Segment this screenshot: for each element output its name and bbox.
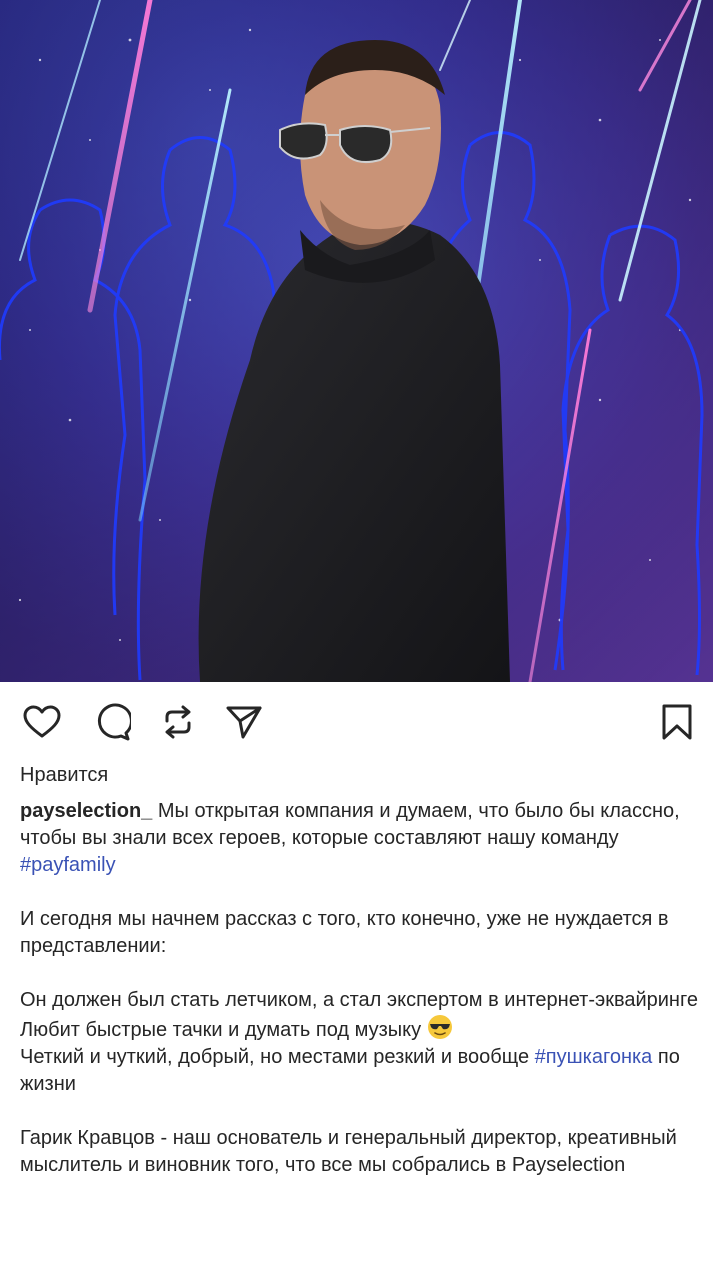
- post-action-bar: [0, 700, 713, 746]
- comment-icon: [97, 703, 131, 741]
- send-icon: [226, 706, 262, 739]
- post-caption: payselection_ Мы открытая компания и дум…: [20, 798, 700, 1179]
- like-button[interactable]: [20, 700, 64, 744]
- save-button[interactable]: [655, 700, 699, 744]
- share-button[interactable]: [222, 700, 266, 744]
- caption-paragraph-3-line-3: Четкий и чуткий, добрый, но местами резк…: [20, 1044, 700, 1098]
- caption-paragraph-3-line-2: Любит быстрые тачки и думать под музыку: [20, 1014, 700, 1044]
- bookmark-icon: [662, 704, 692, 740]
- caption-text: Любит быстрые тачки и думать под музыку: [20, 1019, 427, 1041]
- repost-icon: [165, 705, 191, 739]
- heart-icon: [23, 705, 61, 738]
- post-photo-artwork: [0, 0, 713, 682]
- post-photo[interactable]: [0, 0, 713, 682]
- caption-text: Четкий и чуткий, добрый, но местами резк…: [20, 1046, 535, 1068]
- repost-button[interactable]: [156, 700, 200, 744]
- caption-paragraph-2: И сегодня мы начнем рассказ с того, кто …: [20, 908, 669, 957]
- sunglasses-emoji-icon: [427, 1015, 452, 1039]
- comment-button[interactable]: [90, 700, 134, 744]
- caption-paragraph-1: payselection_ Мы открытая компания и дум…: [20, 798, 700, 879]
- hashtag-link[interactable]: #payfamily: [20, 854, 116, 876]
- hashtag-link[interactable]: #пушкагонка: [535, 1046, 653, 1068]
- caption-paragraph-3-line-1: Он должен был стать летчиком, а стал экс…: [20, 989, 698, 1011]
- likes-label[interactable]: Нравится: [20, 764, 108, 787]
- caption-paragraph-4: Гарик Кравцов - наш основатель и генерал…: [20, 1127, 677, 1176]
- username-link[interactable]: payselection_: [20, 800, 152, 822]
